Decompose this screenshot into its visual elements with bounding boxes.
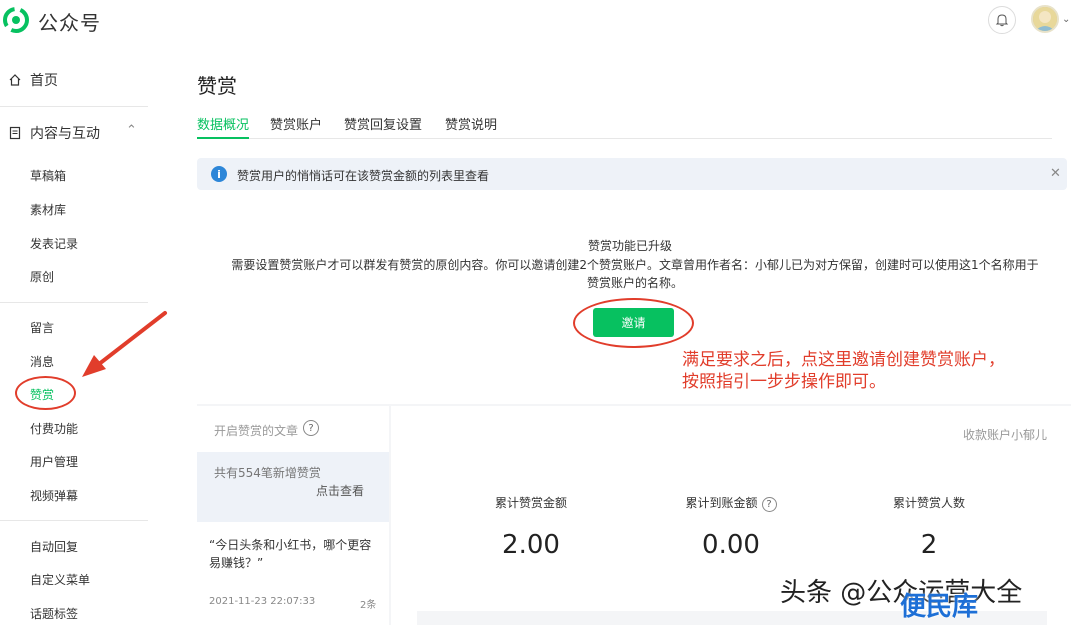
close-icon[interactable]: ✕ [1050, 166, 1061, 181]
stat-label-text: 累计到账金额 [685, 496, 758, 510]
stat-label-reward-count: 累计赞赏人数 [869, 494, 989, 511]
sidebar-item-drafts[interactable]: 草稿箱 [0, 163, 170, 187]
sidebar-group-label: 内容与互动 [30, 126, 100, 142]
sidebar-item-label: 草稿箱 [30, 168, 67, 183]
divider [0, 106, 148, 107]
top-bar: 公众号 ⌄ [0, 0, 1080, 44]
annotation-text: 满足要求之后，点这里邀请创建赞赏账户， 按照指引一步步操作即可。 [682, 349, 1062, 393]
highlight-circle [573, 298, 694, 348]
sidebar-item-label: 原创 [30, 269, 55, 284]
stat-label-received: 累计到账金额? [661, 494, 801, 512]
chevron-down-icon[interactable]: ⌄ [1062, 14, 1070, 25]
sidebar-group-content[interactable]: 内容与互动 ⌃ [0, 121, 170, 145]
tab-bar: 数据概况 赞赏账户 赞赏回复设置 赞赏说明 [197, 114, 1052, 139]
sidebar-item-label: 留言 [30, 320, 55, 335]
divider [0, 302, 148, 303]
notice-banner: i 赞赏用户的悄悄话可在该赞赏金额的列表里查看 ✕ [197, 158, 1067, 190]
reward-articles-panel: 开启赞赏的文章 ? 共有554笔新增赞赏 点击查看 “今日头条和小红书，哪个更容… [197, 406, 389, 625]
article-count: 2条 [360, 600, 377, 611]
sidebar-item-topic-tags[interactable]: 话题标签 [0, 601, 170, 625]
sidebar-item-label: 发表记录 [30, 236, 79, 251]
sidebar-item-label: 自定义菜单 [30, 572, 91, 587]
chevron-up-icon[interactable]: ⌃ [126, 123, 137, 138]
article-time: 2021-11-23 22:07:33 [209, 596, 316, 607]
stat-label-text: 累计赞赏人数 [892, 496, 965, 510]
stat-label-total-reward: 累计赞赏金额 [471, 494, 591, 511]
divider [0, 520, 148, 521]
watermark-overlay: 便民库 [900, 592, 979, 622]
bell-icon[interactable] [988, 6, 1016, 34]
new-rewards-item[interactable]: 共有554笔新增赞赏 点击查看 [197, 452, 389, 522]
sidebar-item-materials[interactable]: 素材库 [0, 197, 170, 221]
annotation-line: 按照指引一步步操作即可。 [682, 372, 886, 392]
sidebar-item-label: 自动回复 [30, 539, 79, 554]
annotation-arrow-icon [82, 311, 167, 377]
sidebar-item-auto-reply[interactable]: 自动回复 [0, 534, 170, 558]
info-icon: i [211, 166, 227, 182]
document-icon [9, 126, 21, 140]
article-title[interactable]: “今日头条和小红书，哪个更容易赚钱？” [209, 536, 379, 572]
stat-value-reward-count: 2 [920, 530, 938, 560]
account-label: 收款账户小郁儿 [963, 428, 1048, 442]
sidebar-item-custom-menu[interactable]: 自定义菜单 [0, 567, 170, 591]
new-rewards-summary: 共有554笔新增赞赏 [214, 466, 321, 480]
highlight-circle [15, 376, 76, 410]
page-title: 赞赏 [197, 74, 237, 98]
sidebar-item-label: 用户管理 [30, 454, 79, 469]
sidebar-item-original[interactable]: 原创 [0, 264, 170, 288]
tab-reply-settings[interactable]: 赞赏回复设置 [344, 114, 422, 139]
annotation-line: 满足要求之后，点这里邀请创建赞赏账户， [682, 350, 1005, 370]
sidebar-item-publish-records[interactable]: 发表记录 [0, 231, 170, 255]
stat-label-text: 累计赞赏金额 [494, 496, 567, 510]
wechat-official-accounts-logo[interactable] [2, 6, 30, 34]
sidebar-item-label: 付费功能 [30, 421, 79, 436]
avatar[interactable] [1031, 5, 1059, 33]
sidebar-item-label: 话题标签 [30, 606, 79, 621]
sidebar-item-label: 素材库 [30, 202, 67, 217]
sidebar-item-home[interactable]: 首页 [0, 68, 170, 92]
stat-value-received: 0.00 [702, 530, 760, 560]
sidebar-item-paid-features[interactable]: 付费功能 [0, 416, 170, 440]
sidebar-item-label: 首页 [30, 73, 58, 89]
sidebar-item-label: 消息 [30, 354, 55, 369]
panel-header: 开启赞赏的文章 [214, 424, 299, 438]
upgrade-description: 需要设置赞赏账户才可以群发有赞赏的原创内容。你可以邀请创建2个赞赏账户。文章曾用… [231, 258, 1039, 290]
sidebar-item-label: 视频弹幕 [30, 488, 79, 503]
home-icon [9, 74, 21, 86]
sidebar-item-video-danmaku[interactable]: 视频弹幕 [0, 483, 170, 507]
view-link[interactable]: 点击查看 [316, 482, 364, 499]
upgrade-title: 赞赏功能已升级 [587, 239, 672, 253]
tab-reward-account[interactable]: 赞赏账户 [270, 114, 322, 139]
notice-text: 赞赏用户的悄悄话可在该赞赏金额的列表里查看 [237, 169, 490, 183]
tab-reward-info[interactable]: 赞赏说明 [445, 114, 497, 139]
brand-name[interactable]: 公众号 [38, 7, 101, 36]
tab-data-overview[interactable]: 数据概况 [197, 114, 250, 139]
help-icon[interactable]: ? [303, 420, 319, 436]
main-content: 赞赏 数据概况 赞赏账户 赞赏回复设置 赞赏说明 i 赞赏用户的悄悄话可在该赞赏… [170, 44, 1080, 625]
help-icon[interactable]: ? [761, 497, 777, 512]
stat-value-total-reward: 2.00 [502, 530, 560, 560]
sidebar-item-user-management[interactable]: 用户管理 [0, 449, 170, 473]
